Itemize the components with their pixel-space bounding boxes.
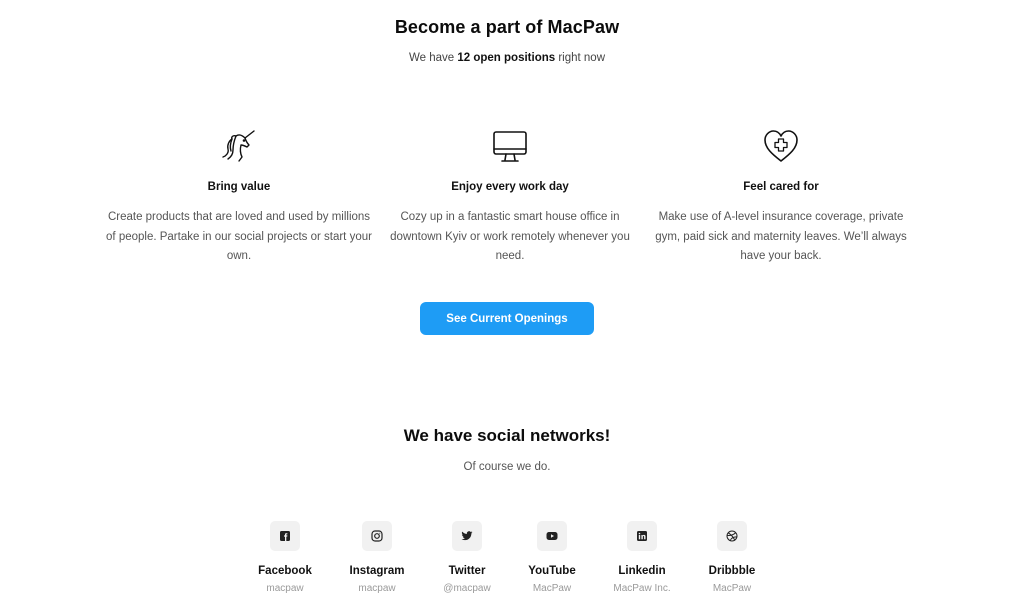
see-current-openings-button[interactable]: See Current Openings xyxy=(420,302,594,335)
social-name: Linkedin xyxy=(618,565,666,577)
unicorn-icon xyxy=(105,126,373,166)
benefit-text: Create products that are loved and used … xyxy=(106,211,372,262)
social-handle: MacPaw xyxy=(532,583,572,594)
benefit-title: Feel cared for xyxy=(743,181,819,193)
social-link-instagram[interactable]: Instagram macpaw xyxy=(327,521,427,594)
social-link-dribbble[interactable]: Dribbble MacPaw xyxy=(682,521,782,594)
social-name: YouTube xyxy=(528,565,576,577)
instagram-icon xyxy=(362,521,392,551)
benefit-cared-for: Feel cared for Make use of A-level insur… xyxy=(647,126,915,267)
benefit-title: Enjoy every work day xyxy=(451,181,569,193)
social-link-facebook[interactable]: Facebook macpaw xyxy=(235,521,335,594)
social-name: Facebook xyxy=(258,565,312,577)
youtube-icon xyxy=(537,521,567,551)
linkedin-icon xyxy=(627,521,657,551)
social-link-linkedin[interactable]: Linkedin MacPaw Inc. xyxy=(592,521,692,594)
open-positions-prefix: We have xyxy=(409,52,458,64)
social-name: Instagram xyxy=(349,565,405,577)
benefit-work-day: Enjoy every work day Cozy up in a fantas… xyxy=(376,126,644,267)
benefit-text: Cozy up in a fantastic smart house offic… xyxy=(390,211,630,262)
heart-plus-icon xyxy=(647,126,915,166)
monitor-icon xyxy=(376,126,644,166)
social-link-youtube[interactable]: YouTube MacPaw xyxy=(502,521,602,594)
facebook-icon xyxy=(270,521,300,551)
social-handle: macpaw xyxy=(266,583,304,594)
benefit-text: Make use of A-level insurance coverage, … xyxy=(655,211,907,262)
social-handle: macpaw xyxy=(358,583,396,594)
social-handle: MacPaw xyxy=(712,583,752,594)
social-section-subtitle: Of course we do. xyxy=(463,461,551,473)
social-section-title: We have social networks! xyxy=(403,426,611,445)
benefit-title: Bring value xyxy=(207,181,271,193)
page-title: Become a part of MacPaw xyxy=(394,17,620,37)
open-positions-text: We have 12 open positions right now xyxy=(0,52,1014,64)
open-positions-count: 12 open positions xyxy=(457,52,556,64)
social-name: Dribbble xyxy=(708,565,756,577)
benefits-section: Bring value Create products that are lov… xyxy=(105,126,915,267)
dribbble-icon xyxy=(717,521,747,551)
social-handle: MacPaw Inc. xyxy=(613,583,671,594)
benefit-bring-value: Bring value Create products that are lov… xyxy=(105,126,373,267)
open-positions-suffix: right now xyxy=(555,52,605,64)
twitter-icon xyxy=(452,521,482,551)
